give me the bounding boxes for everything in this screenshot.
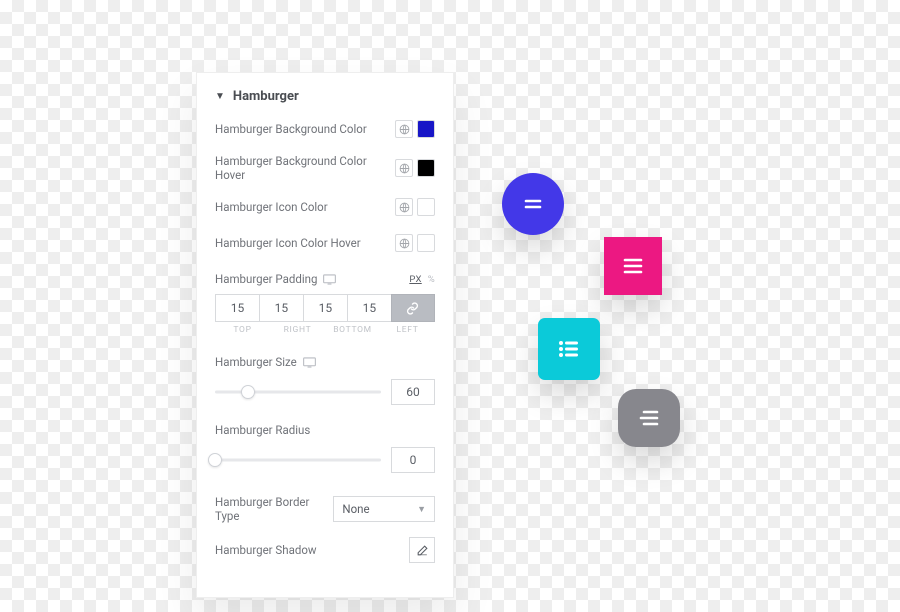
edit-shadow-button[interactable] (409, 537, 435, 563)
globe-icon[interactable] (395, 198, 413, 216)
chevron-down-icon: ▼ (417, 504, 426, 515)
color-swatch-icon[interactable] (417, 198, 435, 216)
globe-icon[interactable] (395, 234, 413, 252)
row-padding-header: Hamburger Padding PX % (215, 268, 435, 290)
section-title: Hamburger (233, 89, 299, 104)
globe-icon[interactable] (395, 159, 413, 177)
color-swatch-bg-hover[interactable] (417, 159, 435, 177)
border-type-value: None (342, 502, 369, 516)
settings-panel: ▼ Hamburger Hamburger Background Color H… (196, 72, 454, 598)
size-control (215, 379, 435, 405)
label-bg-color: Hamburger Background Color (215, 122, 367, 136)
label-bg-color-hover: Hamburger Background Color Hover (215, 154, 387, 182)
link-values-button[interactable] (391, 294, 435, 322)
radius-slider[interactable] (215, 451, 381, 469)
row-radius-header: Hamburger Radius (215, 419, 435, 441)
preview-hamburger-pill[interactable] (618, 389, 680, 447)
globe-icon[interactable] (395, 120, 413, 138)
section-toggle-hamburger[interactable]: ▼ Hamburger (215, 89, 435, 104)
side-label-right: RIGHT (270, 325, 325, 335)
row-shadow: Hamburger Shadow (215, 537, 435, 563)
unit-px[interactable]: PX (409, 274, 421, 285)
label-radius: Hamburger Radius (215, 423, 310, 437)
row-icon-color: Hamburger Icon Color (215, 196, 435, 218)
row-bg-color-hover: Hamburger Background Color Hover (215, 154, 435, 182)
radius-input[interactable] (391, 447, 435, 473)
responsive-icon[interactable] (323, 274, 336, 285)
side-label-top: TOP (215, 325, 270, 335)
preview-hamburger-circle[interactable] (502, 173, 564, 235)
label-shadow: Hamburger Shadow (215, 543, 317, 557)
radius-control (215, 447, 435, 473)
label-padding: Hamburger Padding (215, 272, 317, 286)
color-swatch-bg[interactable] (417, 120, 435, 138)
side-label-bottom: BOTTOM (325, 325, 380, 335)
label-icon-color: Hamburger Icon Color (215, 200, 328, 214)
padding-right-input[interactable] (259, 294, 303, 322)
padding-inputs (215, 294, 435, 322)
preview-hamburger-square[interactable] (604, 237, 662, 295)
size-input[interactable] (391, 379, 435, 405)
padding-bottom-input[interactable] (303, 294, 347, 322)
preview-hamburger-rounded[interactable] (538, 318, 600, 380)
row-icon-color-hover: Hamburger Icon Color Hover (215, 232, 435, 254)
row-border-type: Hamburger Border Type None ▼ (215, 495, 435, 523)
caret-down-icon: ▼ (215, 91, 225, 102)
unit-switch[interactable]: PX % (409, 274, 435, 285)
side-label-left: LEFT (380, 325, 435, 335)
label-icon-color-hover: Hamburger Icon Color Hover (215, 236, 361, 250)
border-type-select[interactable]: None ▼ (333, 496, 435, 522)
label-border-type: Hamburger Border Type (215, 495, 325, 523)
label-size: Hamburger Size (215, 355, 297, 369)
row-bg-color: Hamburger Background Color (215, 118, 435, 140)
padding-top-input[interactable] (215, 294, 259, 322)
padding-side-labels: TOP RIGHT BOTTOM LEFT (215, 325, 435, 335)
responsive-icon[interactable] (303, 357, 316, 368)
unit-percent[interactable]: % (428, 274, 435, 285)
size-slider[interactable] (215, 383, 381, 401)
color-swatch-icon-hover[interactable] (417, 234, 435, 252)
padding-left-input[interactable] (347, 294, 391, 322)
row-size-header: Hamburger Size (215, 351, 435, 373)
